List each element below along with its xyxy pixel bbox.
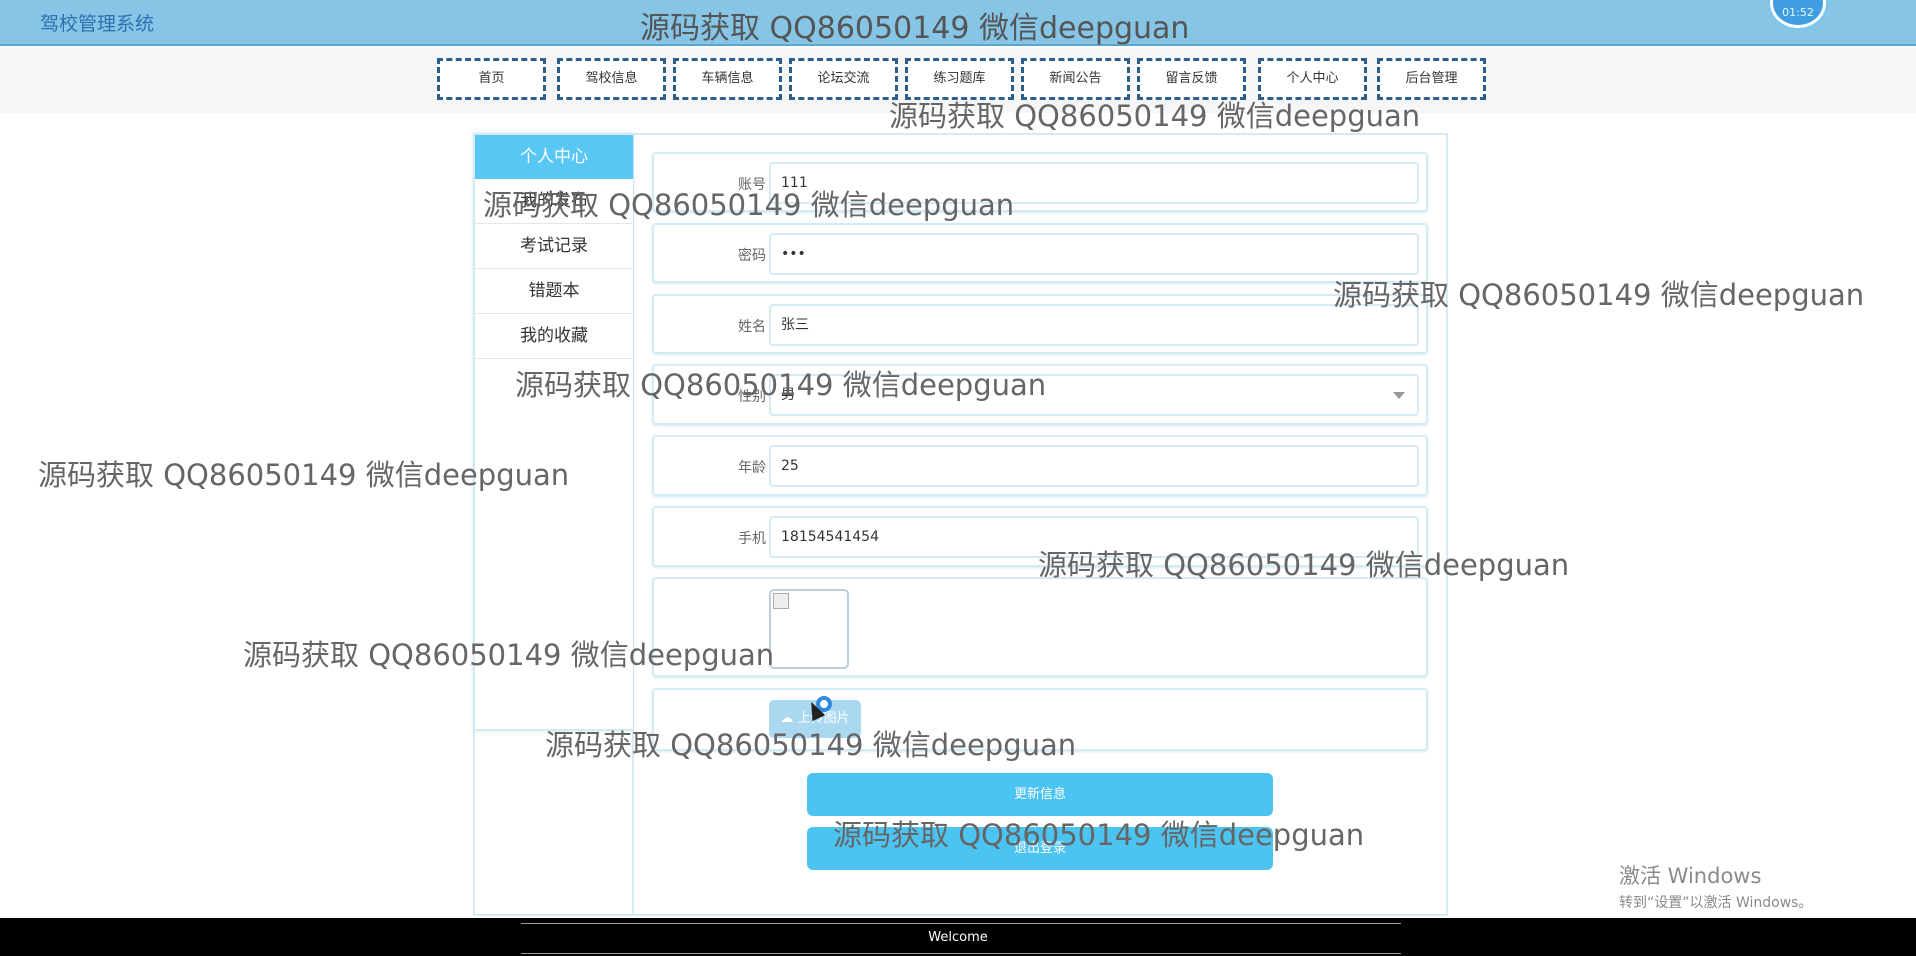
- form-row-upload: ☁ 上传图片: [652, 688, 1428, 751]
- nav-item-feedback[interactable]: 留言反馈: [1137, 58, 1246, 100]
- form-row-age: 年龄 25: [652, 435, 1428, 496]
- phone-label: 手机: [738, 531, 766, 547]
- chevron-down-icon: [1393, 392, 1405, 399]
- password-label: 密码: [738, 248, 766, 264]
- clock-badge: 01:52: [1770, 0, 1826, 28]
- age-label: 年龄: [738, 460, 766, 476]
- footer-text: Welcome: [928, 930, 988, 945]
- cloud-upload-icon: ☁: [780, 711, 798, 726]
- password-input[interactable]: •••: [769, 233, 1419, 275]
- avatar-image: [769, 589, 849, 669]
- nav-item-vehicles[interactable]: 车辆信息: [673, 58, 782, 100]
- main-nav: 首页 驾校信息 车辆信息 论坛交流 练习题库 新闻公告 留言反馈 个人中心 后台…: [0, 48, 1916, 113]
- gender-label: 性别: [738, 389, 766, 405]
- site-title: 驾校管理系统: [40, 13, 155, 35]
- form-row-phone: 手机 18154541454: [652, 506, 1428, 567]
- header-bar: 驾校管理系统 源码获取 QQ86050149 微信deepguan 01:52: [0, 0, 1916, 46]
- update-info-button[interactable]: 更新信息: [807, 773, 1273, 816]
- sidebar-item-my-posts[interactable]: 我的发布: [475, 179, 633, 224]
- gender-value: 男: [781, 387, 795, 403]
- nav-item-driving-school[interactable]: 驾校信息: [557, 58, 666, 100]
- form-row-account: 账号 111: [652, 152, 1428, 212]
- nav-item-home[interactable]: 首页: [437, 58, 546, 100]
- account-input[interactable]: 111: [769, 162, 1419, 204]
- footer: Welcome: [0, 918, 1916, 956]
- account-label: 账号: [738, 177, 766, 193]
- broken-image-icon: [773, 593, 789, 609]
- phone-input[interactable]: 18154541454: [769, 516, 1419, 558]
- nav-item-forum[interactable]: 论坛交流: [789, 58, 898, 100]
- nav-item-profile[interactable]: 个人中心: [1258, 58, 1367, 100]
- sidebar-title[interactable]: 个人中心: [475, 135, 633, 179]
- age-input[interactable]: 25: [769, 445, 1419, 487]
- profile-sidebar: 个人中心 我的发布 考试记录 错题本 我的收藏: [473, 133, 633, 731]
- activation-subtitle: 转到“设置”以激活 Windows。: [1619, 895, 1813, 911]
- footer-divider: [521, 953, 1401, 954]
- name-label: 姓名: [738, 319, 766, 335]
- nav-item-admin[interactable]: 后台管理: [1377, 58, 1486, 100]
- form-row-avatar: [652, 577, 1428, 677]
- form-row-password: 密码 •••: [652, 223, 1428, 283]
- sidebar-item-exam-records[interactable]: 考试记录: [475, 224, 633, 269]
- watermark-text: 源码获取 QQ86050149 微信deepguan: [640, 11, 1190, 46]
- sidebar-item-favorites[interactable]: 我的收藏: [475, 314, 633, 359]
- form-row-name: 姓名 张三: [652, 294, 1428, 354]
- windows-activation-notice: 激活 Windows 转到“设置”以激活 Windows。: [1619, 860, 1812, 912]
- footer-divider: [521, 923, 1401, 924]
- nav-item-news[interactable]: 新闻公告: [1021, 58, 1130, 100]
- clock-time: 01:52: [1782, 6, 1814, 19]
- nav-item-question-bank[interactable]: 练习题库: [905, 58, 1014, 100]
- name-input[interactable]: 张三: [769, 304, 1419, 346]
- form-row-gender: 性别 男: [652, 364, 1428, 425]
- activation-title: 激活 Windows: [1619, 864, 1762, 888]
- sidebar-item-wrong-questions[interactable]: 错题本: [475, 269, 633, 314]
- logout-button[interactable]: 退出登录: [807, 827, 1273, 870]
- gender-select[interactable]: 男: [769, 374, 1419, 416]
